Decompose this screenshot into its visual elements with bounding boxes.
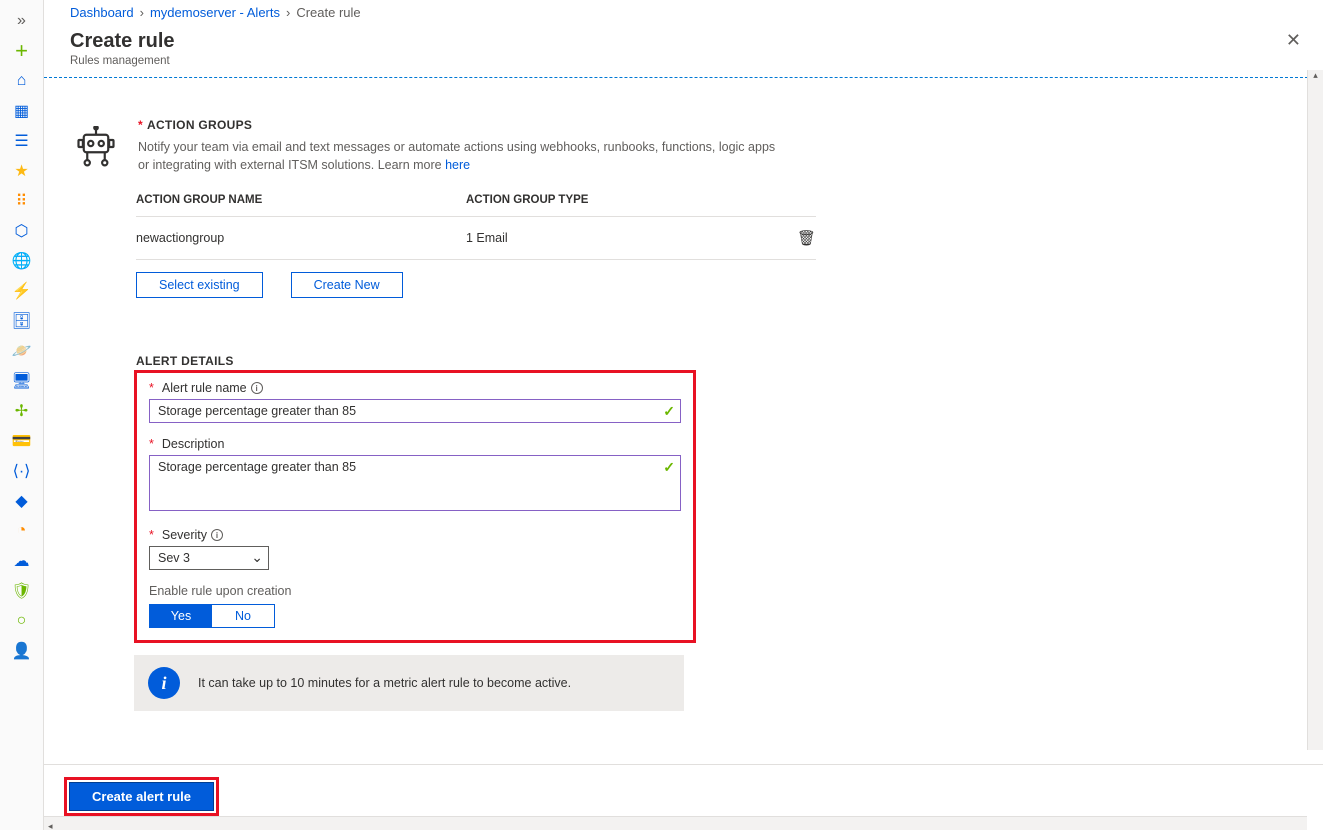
- sidebar-dashboard-icon[interactable]: ▦: [0, 96, 44, 126]
- sidebar-storage-icon[interactable]: 💳: [0, 426, 44, 456]
- description-textarea[interactable]: [149, 455, 681, 511]
- table-row: newactiongroup 1 Email 🗑: [136, 217, 816, 260]
- sidebar-grid-icon[interactable]: ⠿: [0, 186, 44, 216]
- sidebar-lb-icon[interactable]: ✢: [0, 396, 44, 426]
- sidebar-home-icon[interactable]: ⌂: [0, 66, 44, 96]
- vertical-scrollbar[interactable]: ▴: [1307, 70, 1323, 750]
- severity-label: *Severity i: [149, 528, 681, 542]
- sidebar-expand-button[interactable]: »: [0, 6, 44, 36]
- page-subtitle: Rules management: [70, 55, 175, 67]
- create-alert-rule-button[interactable]: Create alert rule: [69, 782, 214, 811]
- severity-select[interactable]: Sev 3: [149, 546, 269, 570]
- close-button[interactable]: ✕: [1286, 30, 1301, 51]
- sidebar-create-icon[interactable]: +: [0, 36, 44, 66]
- info-banner: i It can take up to 10 minutes for a met…: [134, 655, 684, 711]
- breadcrumb-alerts[interactable]: mydemoserver - Alerts: [150, 5, 280, 20]
- sidebar-sql-icon[interactable]: 🗄: [0, 306, 44, 336]
- info-icon[interactable]: i: [211, 529, 223, 541]
- info-banner-icon: i: [148, 667, 180, 699]
- create-new-button[interactable]: Create New: [291, 272, 403, 298]
- footer: Create alert rule: [44, 764, 1323, 816]
- sidebar-vm-icon[interactable]: 🖥: [0, 366, 44, 396]
- select-existing-button[interactable]: Select existing: [136, 272, 263, 298]
- horizontal-scrollbar[interactable]: ◂: [44, 816, 1307, 830]
- delete-icon[interactable]: 🗑: [797, 230, 816, 247]
- check-icon: ✓: [663, 459, 675, 476]
- breadcrumb-sep: ›: [140, 5, 144, 20]
- enable-rule-label: Enable rule upon creation: [149, 584, 681, 598]
- action-groups-icon: [72, 118, 120, 174]
- alert-rule-name-input[interactable]: [149, 399, 681, 423]
- sidebar-cost-icon[interactable]: ○: [0, 606, 44, 636]
- sidebar-monitor-icon[interactable]: ◔: [0, 516, 44, 546]
- sidebar-advisor-icon[interactable]: ☁: [0, 546, 44, 576]
- action-groups-heading: *ACTION GROUPS: [138, 118, 1295, 132]
- enable-toggle: Yes No: [149, 604, 275, 628]
- scroll-up-arrow[interactable]: ▴: [1308, 70, 1323, 81]
- alert-rule-name-label: *Alert rule name i: [149, 381, 681, 395]
- description-label: *Description: [149, 437, 681, 451]
- create-alert-rule-highlight: Create alert rule: [64, 777, 219, 816]
- breadcrumb-sep: ›: [286, 5, 290, 20]
- page-header: Create rule Rules management ✕: [44, 22, 1323, 77]
- breadcrumb-dashboard[interactable]: Dashboard: [70, 5, 134, 20]
- column-header-type: ACTION GROUP TYPE: [466, 194, 776, 206]
- sidebar-cosmos-icon[interactable]: 🪐: [0, 336, 44, 366]
- sidebar-favorites-icon[interactable]: ★: [0, 156, 44, 186]
- sidebar-functions-icon[interactable]: ⚡: [0, 276, 44, 306]
- enable-yes-option[interactable]: Yes: [150, 605, 212, 627]
- required-asterisk: *: [138, 118, 143, 132]
- breadcrumb: Dashboard › mydemoserver - Alerts › Crea…: [44, 0, 1323, 22]
- action-groups-table: ACTION GROUP NAME ACTION GROUP TYPE newa…: [136, 194, 816, 260]
- sidebar-aad-icon[interactable]: ◆: [0, 486, 44, 516]
- enable-no-option[interactable]: No: [212, 605, 274, 627]
- sidebar-cube-icon[interactable]: ⬡: [0, 216, 44, 246]
- action-group-name-cell: newactiongroup: [136, 231, 466, 245]
- learn-more-link[interactable]: here: [445, 158, 470, 172]
- page-title: Create rule: [70, 30, 175, 53]
- check-icon: ✓: [663, 403, 675, 420]
- sidebar-security-icon[interactable]: 🛡: [0, 576, 44, 606]
- sidebar-list-icon[interactable]: ☰: [0, 126, 44, 156]
- column-header-name: ACTION GROUP NAME: [136, 194, 466, 206]
- action-group-type-cell: 1 Email: [466, 231, 776, 245]
- alert-details-highlight: *Alert rule name i ✓ *Description ✓: [134, 370, 696, 643]
- breadcrumb-current: Create rule: [296, 5, 360, 20]
- info-icon[interactable]: i: [251, 382, 263, 394]
- alert-details-heading: ALERT DETAILS: [136, 354, 1295, 368]
- info-banner-text: It can take up to 10 minutes for a metri…: [198, 676, 571, 690]
- sidebar-support-icon[interactable]: 👤: [0, 636, 44, 666]
- sidebar-globe-icon[interactable]: 🌐: [0, 246, 44, 276]
- action-groups-description: Notify your team via email and text mess…: [138, 138, 778, 174]
- left-sidebar: » + ⌂ ▦ ☰ ★ ⠿ ⬡ 🌐 ⚡ 🗄 🪐 🖥 ✢ 💳 ⟨·⟩ ◆ ◔ ☁ …: [0, 0, 44, 830]
- sidebar-vnet-icon[interactable]: ⟨·⟩: [0, 456, 44, 486]
